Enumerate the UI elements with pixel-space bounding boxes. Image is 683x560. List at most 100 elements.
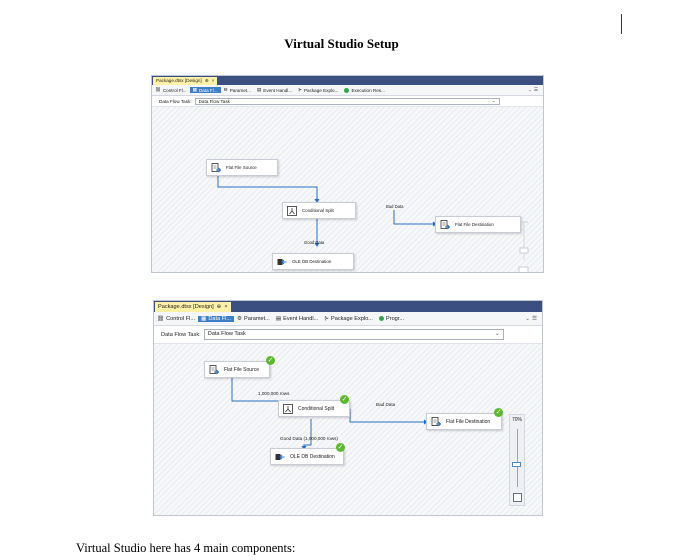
zoom-to-fit-icon[interactable] <box>513 493 522 502</box>
progress-status-icon <box>378 316 384 321</box>
zoom-control-faint[interactable] <box>514 215 534 273</box>
tab-control-flow[interactable]: ⛓ Control Fl... <box>152 87 190 93</box>
tab-label: Data Fl... <box>208 315 232 322</box>
document-tab[interactable]: Package.dtsx [Design] ⊕ × <box>153 77 218 85</box>
tab-data-flow[interactable]: ▦ Data Fl... <box>189 87 221 93</box>
zoom-level: 70% <box>511 417 522 423</box>
document-tab-label: Package.dtsx [Design] <box>156 78 202 83</box>
tab-label: Paramet... <box>229 87 251 93</box>
document-title: Virtual Studio Setup <box>284 36 399 51</box>
tab-data-flow[interactable]: ▦ Data Fl... <box>198 315 235 322</box>
flat-file-source-node[interactable]: Flat File Source <box>204 361 270 378</box>
node-label: OLE DB Destination <box>292 259 332 264</box>
success-check-icon: ✓ <box>340 395 349 404</box>
flat-file-destination-icon <box>440 219 450 230</box>
tab-execution-results[interactable]: Execution Res... <box>341 87 387 93</box>
tab-package-explorer[interactable]: ⊱ Package Explo... <box>321 316 376 322</box>
tab-parameters[interactable]: ⚙ Paramet... <box>221 87 254 93</box>
path-label-row-count: 1,000,000 rows <box>258 391 290 396</box>
tab-label: Package Explo... <box>330 315 373 322</box>
node-label: Flat File Destination <box>446 418 491 425</box>
flat-file-source-icon <box>209 364 219 375</box>
execution-status-icon <box>344 87 350 93</box>
path-split-to-flat-destination <box>349 409 426 423</box>
toolbar-overflow-icon[interactable]: ⌄☰ <box>525 316 542 322</box>
path-label-bad-data: Bad Data <box>376 402 396 407</box>
package-explorer-icon: ⊱ <box>298 87 302 92</box>
close-icon[interactable]: × <box>212 78 215 83</box>
designer-toolbar: ⛓ Control Fl... ▦ Data Fl... ⚙ Paramet... ▤… <box>152 85 543 96</box>
path-label-bad-data: Bad Data <box>386 204 404 209</box>
document-tab[interactable]: Package.dtsx [Design] ⊕ × <box>155 302 231 312</box>
control-flow-icon: ⛓ <box>157 315 165 322</box>
node-label: Conditional Split <box>298 405 335 412</box>
oledb-destination-node[interactable]: OLE DB Destination <box>272 253 354 270</box>
conditional-split-node[interactable]: Conditional Split <box>282 202 356 219</box>
flat-file-destination-node[interactable]: Flat File Destination <box>426 413 502 430</box>
tab-label: Paramet... <box>244 315 270 322</box>
data-flow-icon: ▦ <box>201 315 207 322</box>
control-flow-icon: ⛓ <box>155 87 161 92</box>
document-tab-label: Package.dtsx [Design] <box>158 304 214 310</box>
tab-label: Control Fl... <box>162 87 187 93</box>
tab-event-handlers[interactable]: ▤ Event Handl... <box>254 87 295 93</box>
tab-control-flow[interactable]: ⛓ Control Fl... <box>154 316 198 322</box>
path-label-good-data: Good Data <box>304 240 325 245</box>
zoom-track[interactable] <box>517 429 518 487</box>
text-cursor <box>621 14 622 34</box>
flat-file-destination-icon <box>431 416 441 427</box>
parameters-icon: ⚙ <box>223 87 228 92</box>
tab-label: Data Fl... <box>198 87 218 93</box>
path-split-to-oledb-destination <box>303 419 312 448</box>
task-value: Data Flow Task <box>207 331 246 338</box>
tab-parameters[interactable]: ⚙ Paramet... <box>234 316 273 322</box>
node-label: Flat File Source <box>224 366 260 373</box>
tab-label: Event Handl... <box>263 87 293 93</box>
oledb-destination-icon <box>275 452 285 462</box>
zoom-control[interactable]: 70% <box>509 414 525 506</box>
pin-icon[interactable]: ⊕ <box>205 78 209 83</box>
data-flow-icon: ▦ <box>192 87 197 92</box>
success-check-icon: ✓ <box>336 443 345 452</box>
node-label: Flat File Source <box>226 165 257 170</box>
toolbar-overflow-icon[interactable]: ⌄☰ <box>528 87 543 93</box>
designer-toolbar: ⛓ Control Fl... ▦ Data Fl... ⚙ Paramet... ▤… <box>154 312 542 326</box>
node-label: OLE DB Destination <box>290 453 335 460</box>
task-value: Data Flow Task <box>198 98 230 104</box>
tab-label: Event Handl... <box>283 315 319 322</box>
chevron-down-icon: ⌄ <box>495 331 500 338</box>
oledb-destination-node[interactable]: OLE DB Destination <box>270 448 344 465</box>
tab-progress[interactable]: Progr... <box>376 316 407 322</box>
parameters-icon: ⚙ <box>237 315 243 322</box>
package-explorer-icon: ⊱ <box>324 315 329 322</box>
data-flow-task-dropdown[interactable]: Data Flow Task ⌄ <box>203 328 504 341</box>
tab-label: Execution Res... <box>351 87 385 93</box>
task-label: Data Flow Task: <box>161 331 201 338</box>
tab-event-handlers[interactable]: ▤ Event Handl... <box>273 316 321 322</box>
screenshot-ssis-execution: Package.dtsx [Design] ⊕ × ⛓ Control Fl... ▦… <box>153 300 543 516</box>
close-icon[interactable]: × <box>224 304 227 310</box>
design-canvas[interactable]: Flat File Source ✓ Conditional Split ✓ F… <box>154 344 542 515</box>
chevron-down-icon: ⌄ <box>491 98 496 103</box>
conditional-split-icon <box>283 403 293 414</box>
flat-file-source-icon <box>211 162 221 173</box>
event-handlers-icon: ▤ <box>275 315 282 322</box>
node-label: Flat File Destination <box>455 222 494 227</box>
pin-icon[interactable]: ⊕ <box>217 304 222 310</box>
flat-file-destination-node[interactable]: Flat File Destination <box>435 216 521 233</box>
oledb-destination-icon <box>277 257 287 267</box>
success-check-icon: ✓ <box>266 356 275 365</box>
data-flow-task-dropdown[interactable]: Data Flow Task ⌄ <box>194 97 500 105</box>
zoom-slider-thumb[interactable] <box>512 462 521 467</box>
document-paragraph: Virtual Studio here has 4 main component… <box>76 541 296 555</box>
connector-layer <box>217 174 437 247</box>
design-canvas[interactable]: Flat File Source Conditional Split Flat … <box>152 107 543 272</box>
conditional-split-node[interactable]: Conditional Split <box>278 400 350 417</box>
flat-file-source-node[interactable]: Flat File Source <box>206 159 278 176</box>
task-label: Data Flow Task: <box>159 98 192 104</box>
task-selector-bar: Data Flow Task: Data Flow Task ⌄ <box>154 326 542 344</box>
task-selector-bar: Data Flow Task: Data Flow Task ⌄ <box>152 96 543 107</box>
tab-package-explorer[interactable]: ⊱ Package Explo... <box>295 87 341 93</box>
success-check-icon: ✓ <box>494 408 503 417</box>
document-tab-strip: Package.dtsx [Design] ⊕ × <box>152 76 543 85</box>
